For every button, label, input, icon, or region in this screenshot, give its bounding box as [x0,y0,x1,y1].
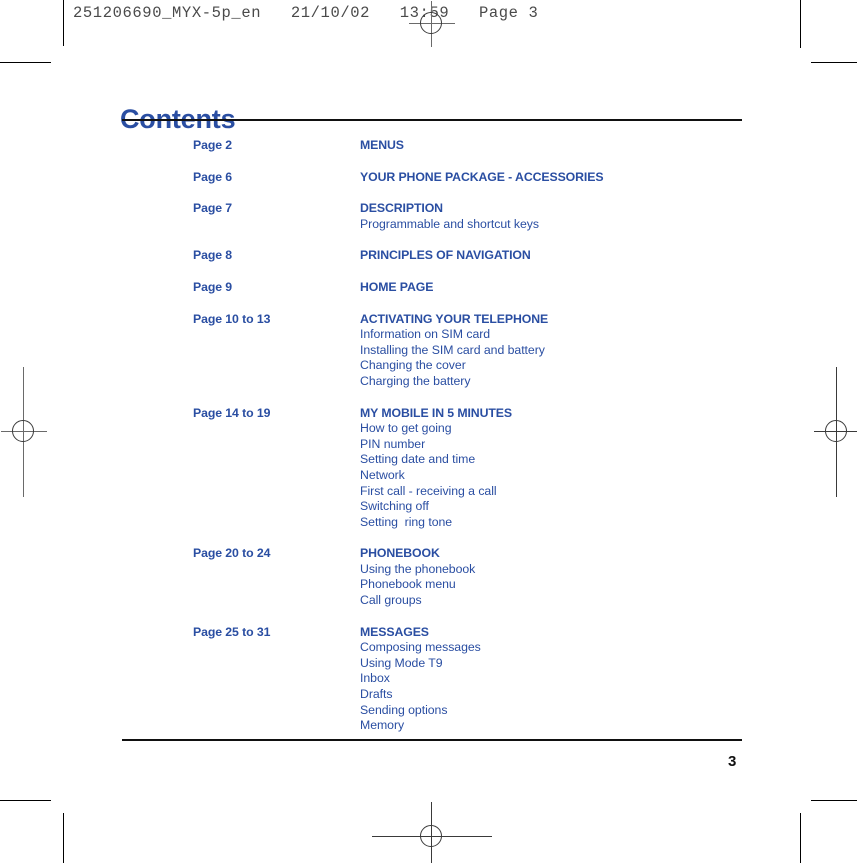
toc-subitem-list: Information on SIM card Installing the SI… [360,327,747,389]
header-rule [122,119,742,121]
toc-subitem[interactable]: Setting ring tone [360,515,747,531]
crop-mark-bottom-right-horizontal [811,800,857,801]
toc-subitem[interactable]: Sending options [360,703,747,719]
toc-subitem[interactable]: Switching off [360,499,747,515]
toc-subitem-list: Programmable and shortcut keys [360,217,747,233]
toc-subitem[interactable]: Phonebook menu [360,577,747,593]
toc-subitem[interactable]: Setting date and time [360,452,747,468]
toc-entry-pages: Page 7 [193,201,233,216]
crop-mark-top-right-vertical [800,0,801,48]
toc-entry-pages: Page 25 to 31 [193,624,271,639]
toc-subitem-list: Composing messages Using Mode T9 Inbox Draf… [360,640,747,734]
footer-rule [122,739,742,741]
toc-subitem[interactable]: First call - receiving a call [360,484,747,500]
toc-entry-body: PRINCIPLES OF NAVIGATION [360,248,857,264]
page-number: 3 [728,753,737,770]
registration-mark-bottom-center [372,802,492,863]
toc-entry[interactable]: Page 8 PRINCIPLES OF NAVIGATION [0,248,857,264]
toc-entry-title: YOUR PHONE PACKAGE - ACCESSORIES [360,169,604,184]
toc-entry-title: MY MOBILE IN 5 MINUTES [360,405,512,420]
toc-entry[interactable]: Page 20 to 24 PHONEBOOK Using the phoneboo… [0,546,857,608]
toc-subitem-list: How to get going PIN number Setting date a… [360,421,747,530]
toc-entry-pages: Page 9 [193,279,233,294]
toc-subitem[interactable]: PIN number [360,437,747,453]
crop-mark-bottom-right-vertical [800,813,801,863]
toc-entry[interactable]: Page 25 to 31 MESSAGES Composing messages U… [0,625,857,734]
toc-entry-body: HOME PAGE [360,280,857,296]
toc-entry-body: ACTIVATING YOUR TELEPHONE Information on … [360,312,857,390]
toc-entry-pages: Page 8 [193,248,233,263]
registration-ring [420,12,442,34]
crop-mark-bottom-left-horizontal [0,800,51,801]
toc-entry-title: PRINCIPLES OF NAVIGATION [360,248,531,263]
toc-entry-body: PHONEBOOK Using the phonebook Phonebook me… [360,546,857,608]
toc-entry-title: MESSAGES [360,624,429,639]
crop-mark-top-right-horizontal [811,62,857,63]
toc-entry-title: PHONEBOOK [360,546,440,561]
toc-subitem[interactable]: Information on SIM card [360,327,747,343]
toc-entry-body: MESSAGES Composing messages Using Mode T9 I… [360,625,857,734]
toc-entry[interactable]: Page 2 MENUS [0,138,857,154]
toc-subitem[interactable]: Programmable and shortcut keys [360,217,747,233]
toc-subitem[interactable]: Drafts [360,687,747,703]
crop-mark-bottom-left-vertical [63,813,64,863]
toc-entry-pages: Page 20 to 24 [193,546,271,561]
crop-mark-top-left-horizontal [0,62,51,63]
toc-entry[interactable]: Page 7 DESCRIPTION Programmable and shortc… [0,201,857,232]
toc-entry-pages: Page 2 [193,138,233,152]
toc-subitem[interactable]: Charging the battery [360,374,747,390]
toc-subitem[interactable]: Network [360,468,747,484]
toc-subitem-list: Using the phonebook Phonebook menu Call gr… [360,562,747,609]
toc-entry[interactable]: Page 9 HOME PAGE [0,280,857,296]
document-page: 251206690_MYX-5p_en 21/10/02 13:59 Page … [0,0,857,863]
toc-subitem[interactable]: Composing messages [360,640,747,656]
toc-entry-body: YOUR PHONE PACKAGE - ACCESSORIES [360,170,857,186]
toc-entry-pages: Page 6 [193,169,233,184]
table-of-contents: Page 2 MENUS Page 6 YOUR PHONE PACKAGE - AC… [0,138,857,734]
toc-entry[interactable]: Page 6 YOUR PHONE PACKAGE - ACCESSORIES [0,170,857,186]
toc-subitem[interactable]: Changing the cover [360,358,747,374]
toc-subitem[interactable]: Installing the SIM card and battery [360,343,747,359]
toc-entry-title: HOME PAGE [360,279,434,294]
registration-ring [420,825,442,847]
print-slug-header: 251206690_MYX-5p_en 21/10/02 13:59 Page … [73,4,539,22]
toc-subitem[interactable]: Using the phonebook [360,562,747,578]
toc-subitem[interactable]: How to get going [360,421,747,437]
crop-mark-top-left-vertical [63,0,64,46]
toc-subitem[interactable]: Memory [360,718,747,734]
toc-subitem[interactable]: Call groups [360,593,747,609]
toc-entry-title: ACTIVATING YOUR TELEPHONE [360,311,549,326]
toc-entry-pages: Page 10 to 13 [193,311,271,326]
toc-subitem[interactable]: Inbox [360,671,747,687]
toc-subitem[interactable]: Using Mode T9 [360,656,747,672]
registration-mark-top-center [409,1,455,47]
toc-entry[interactable]: Page 14 to 19 MY MOBILE IN 5 MINUTES How t… [0,406,857,531]
toc-entry-body: DESCRIPTION Programmable and shortcut key… [360,201,857,232]
toc-entry-pages: Page 14 to 19 [193,405,271,420]
toc-entry-title: DESCRIPTION [360,201,443,216]
toc-entry-title: MENUS [360,138,404,152]
toc-entry[interactable]: Page 10 to 13 ACTIVATING YOUR TELEPHONE In… [0,312,857,390]
toc-entry-body: MENUS [360,138,857,154]
toc-entry-body: MY MOBILE IN 5 MINUTES How to get going PI… [360,406,857,531]
